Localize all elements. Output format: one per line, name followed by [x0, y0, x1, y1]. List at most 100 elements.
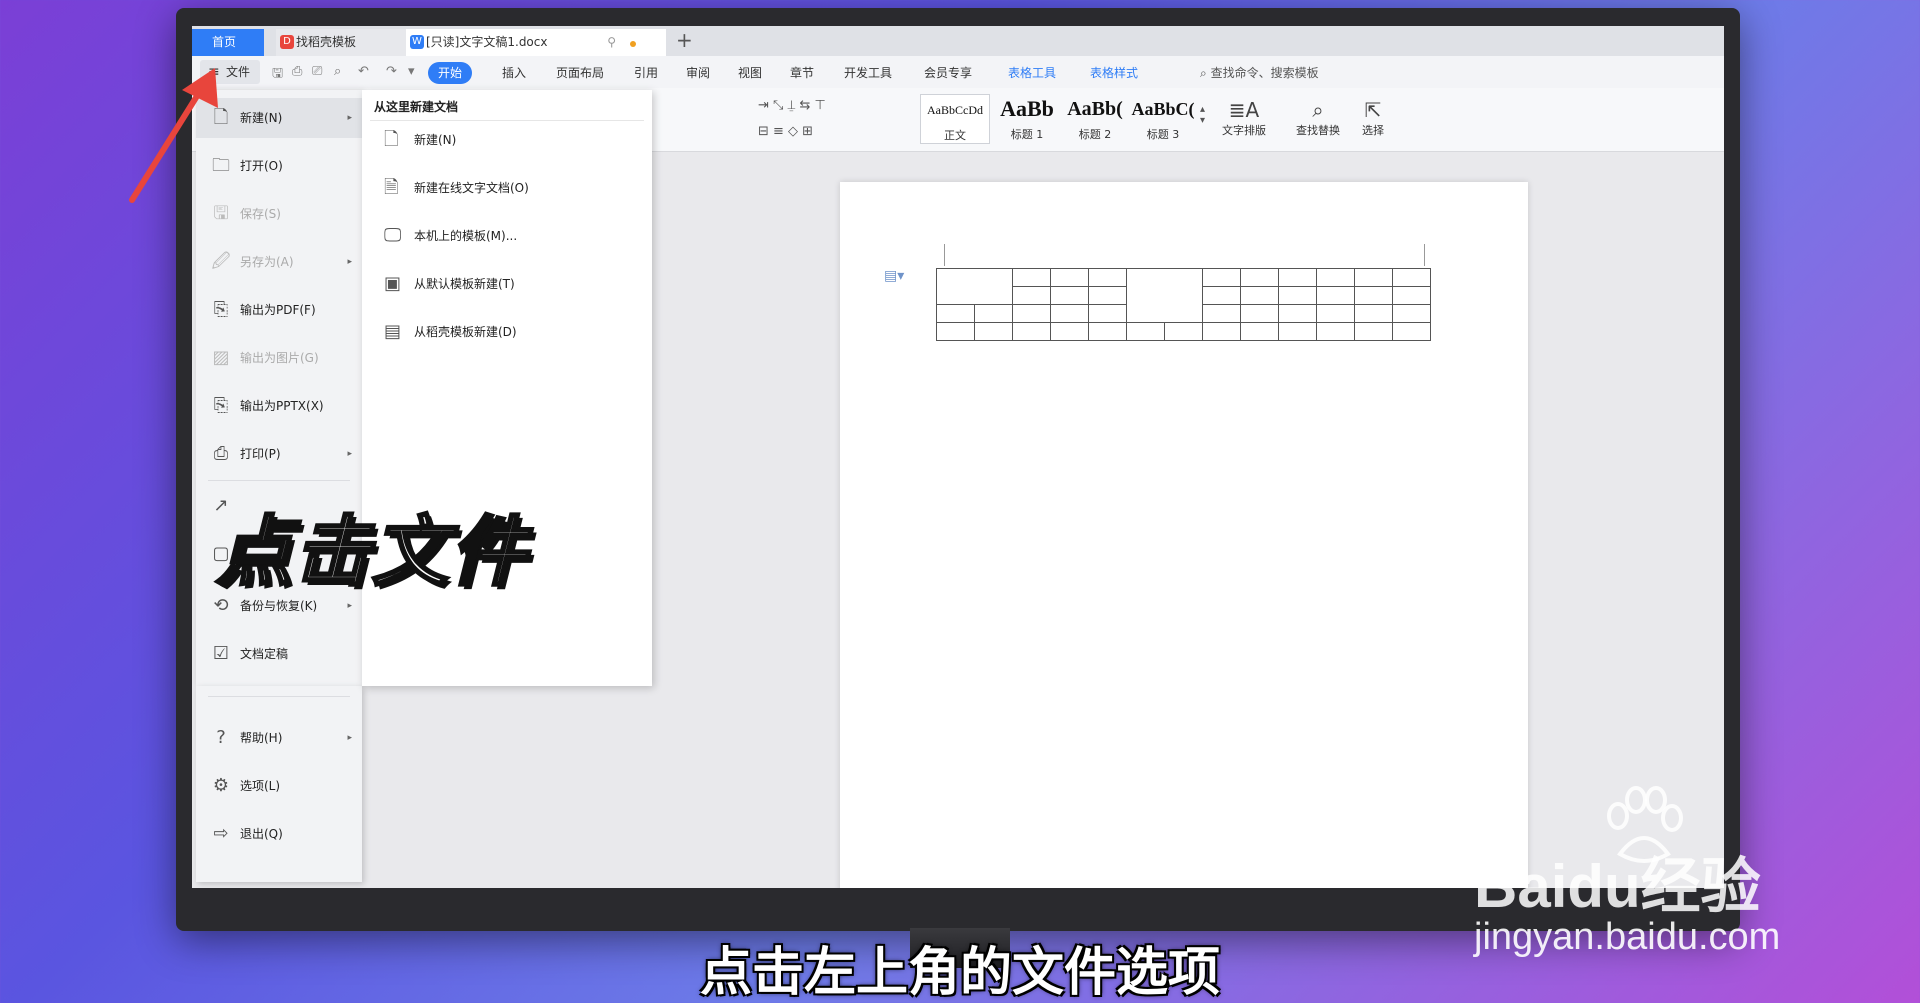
save-quick-icon[interactable]: 🖫: [272, 64, 283, 86]
pointer-arrow-icon: [129, 68, 218, 203]
tab-bar: 首页 D 找稻壳模板 W [只读]文字文稿1.docx ⚲ +: [192, 26, 1724, 56]
file-menu-exit[interactable]: ⇨ 退出(Q): [196, 814, 362, 854]
style-heading-2[interactable]: AaBb( 标题 2: [1060, 94, 1130, 144]
document-table[interactable]: [936, 268, 1431, 341]
tab-review[interactable]: 审阅: [686, 62, 710, 84]
submenu-arrow-icon: ▸: [347, 449, 352, 459]
submenu-new[interactable]: 🗋 新建(N): [362, 120, 652, 160]
submenu-arrow-icon: ▸: [347, 733, 352, 743]
local-template-icon: 🖵: [384, 225, 402, 246]
app-screen: 首页 D 找稻壳模板 W [只读]文字文稿1.docx ⚲ + ≡ 文件 🖫 ⎙…: [192, 26, 1724, 888]
exit-icon: ⇨: [213, 823, 229, 844]
crop-mark-left: [944, 244, 945, 266]
submenu-local-template-label: 本机上的模板(M)...: [414, 229, 518, 243]
text-layout-label: 文字排版: [1222, 124, 1266, 137]
pptx-icon: ⎘: [213, 395, 229, 416]
file-menu-print[interactable]: ⎙ 打印(P) ▸: [196, 434, 362, 474]
customize-chevron-icon[interactable]: ▾: [408, 64, 415, 79]
tab-table-tools[interactable]: 表格工具: [1008, 62, 1056, 84]
style-heading-3[interactable]: AaBbC( 标题 3: [1128, 94, 1198, 144]
tab-table-style[interactable]: 表格样式: [1090, 62, 1138, 84]
find-replace-button[interactable]: ⌕ 查找替换: [1296, 98, 1340, 138]
pdf-icon: ⎘: [213, 299, 229, 320]
file-menu-export-pptx-label: 输出为PPTX(X): [240, 399, 324, 413]
save-as-icon: 🖉: [211, 251, 231, 272]
file-menu-new-label: 新建(N): [240, 111, 283, 125]
tab-document[interactable]: W [只读]文字文稿1.docx ⚲: [406, 29, 666, 56]
menu-divider: [208, 480, 350, 481]
submenu-title: 从这里新建文档: [374, 100, 459, 114]
default-template-icon: ▣: [384, 273, 402, 294]
text-layout-button[interactable]: ≣A 文字排版: [1222, 98, 1266, 138]
file-menu-help-label: 帮助(H): [240, 731, 283, 745]
finalize-icon: ☑: [212, 643, 230, 664]
export-quick-icon[interactable]: ⎙: [292, 64, 302, 79]
command-search[interactable]: ⌕ 查找命令、搜索模板: [1200, 62, 1319, 84]
submenu-arrow-icon: ▸: [347, 113, 352, 123]
file-menu-export-pdf[interactable]: ⎘ 输出为PDF(F): [196, 290, 362, 330]
submenu-arrow-icon: ▸: [347, 257, 352, 267]
online-doc-icon: 🗎: [384, 177, 399, 198]
file-menu-print-label: 打印(P): [240, 447, 281, 461]
tab-chapter[interactable]: 章节: [790, 62, 814, 84]
add-tab-button[interactable]: +: [676, 28, 693, 52]
redo-icon[interactable]: ↷: [386, 64, 397, 79]
document-page[interactable]: ▤▾: [840, 182, 1528, 888]
pin-icon[interactable]: ⚲: [607, 29, 616, 56]
style-heading-1-name: 标题 1: [1010, 128, 1044, 141]
tab-template[interactable]: D 找稻壳模板: [276, 29, 406, 56]
submenu-default-template[interactable]: ▣ 从默认模板新建(T): [362, 264, 652, 304]
tab-view[interactable]: 视图: [738, 62, 762, 84]
undo-icon[interactable]: ↶: [358, 64, 369, 79]
tab-insert[interactable]: 插入: [502, 62, 526, 84]
submenu-local-template[interactable]: 🖵 本机上的模板(M)...: [362, 216, 652, 256]
magnifier-icon: ⌕: [1312, 98, 1324, 122]
style-normal[interactable]: AaBbCcDd 正文: [920, 94, 990, 144]
file-menu-export-pptx[interactable]: ⎘ 输出为PPTX(X): [196, 386, 362, 426]
help-icon: ?: [216, 727, 226, 748]
style-heading-2-sample: AaBb(: [1067, 98, 1123, 120]
submenu-docer-template[interactable]: ▤ 从稻壳模板新建(D): [362, 312, 652, 352]
submenu-default-template-label: 从默认模板新建(T): [414, 277, 515, 291]
print-icon: ⎙: [213, 443, 229, 464]
tab-template-label: 找稻壳模板: [296, 35, 357, 49]
tab-home[interactable]: 首页: [192, 29, 264, 56]
indent-icon[interactable]: ⇥ ⤡ ⍊ ⇆ ⊤: [758, 98, 826, 113]
tab-dev-tools[interactable]: 开发工具: [844, 62, 892, 84]
style-heading-1[interactable]: AaBb 标题 1: [992, 94, 1062, 144]
ribbon-menu-bar: ≡ 文件 🖫 ⎙ ⎚ ⌕ ↶ ↷ ▾ 开始 插入 页面布局 引用 审阅 视图 章…: [192, 56, 1724, 88]
image-icon: ▨: [212, 347, 230, 368]
submenu-new-online[interactable]: 🗎 新建在线文字文档(O): [362, 168, 652, 208]
new-doc-icon: 🗋: [384, 129, 399, 150]
text-layout-icon: ≣A: [1228, 98, 1260, 122]
style-heading-1-sample: AaBb: [1000, 96, 1054, 121]
tab-member[interactable]: 会员专享: [924, 62, 972, 84]
paragraph-handle-icon[interactable]: ▤▾: [884, 268, 904, 284]
file-menu-save-as[interactable]: 🖉 另存为(A) ▸: [196, 242, 362, 282]
overlay-caption: 点击文件: [215, 506, 528, 598]
menu-divider: [208, 696, 350, 697]
docer-template-icon: ▤: [384, 321, 402, 342]
style-heading-3-sample: AaBbC(: [1131, 99, 1195, 119]
tab-page-layout[interactable]: 页面布局: [556, 62, 604, 84]
file-menu-help[interactable]: ? 帮助(H) ▸: [196, 718, 362, 758]
preview-quick-icon[interactable]: ⌕: [334, 64, 341, 79]
crop-mark-right: [1424, 244, 1425, 266]
monitor-frame: 首页 D 找稻壳模板 W [只读]文字文稿1.docx ⚲ + ≡ 文件 🖫 ⎙…: [176, 8, 1740, 931]
style-heading-3-name: 标题 3: [1146, 128, 1180, 141]
file-menu-open-label: 打开(O): [240, 159, 283, 173]
line-spacing-icon[interactable]: ⊟ ≡ ◇ ⊞: [758, 124, 813, 139]
file-menu-finalize[interactable]: ☑ 文档定稿: [196, 634, 362, 674]
file-menu-options[interactable]: ⚙ 选项(L): [196, 766, 362, 806]
print-quick-icon[interactable]: ⎚: [312, 64, 322, 79]
file-menu-export-image[interactable]: ▨ 输出为图片(G): [196, 338, 362, 378]
select-button[interactable]: ⇱ 选择: [1362, 98, 1384, 138]
tab-reference[interactable]: 引用: [634, 62, 658, 84]
style-heading-2-name: 标题 2: [1078, 128, 1112, 141]
styles-expand-icon[interactable]: ▴ ▾: [1200, 104, 1205, 126]
tab-document-label: [只读]文字文稿1.docx: [426, 35, 548, 49]
baidu-logo: Baidu经验: [1474, 853, 1761, 920]
file-menu-export-pdf-label: 输出为PDF(F): [240, 303, 316, 317]
file-menu-backup-label: 备份与恢复(K): [240, 599, 318, 613]
tab-start[interactable]: 开始: [428, 62, 473, 84]
